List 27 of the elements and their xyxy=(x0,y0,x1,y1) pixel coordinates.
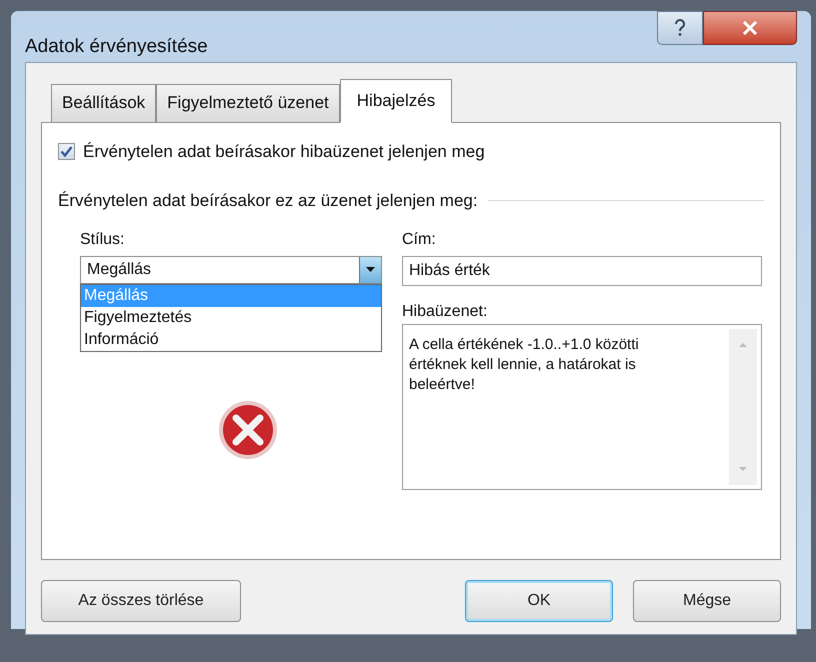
tab[interactable]: Hibajelzés xyxy=(340,78,452,122)
field-label: Hibaüzenet: xyxy=(402,302,488,322)
dialog-button[interactable]: Az összes törlése xyxy=(41,580,241,622)
dropdown-arrow-button[interactable] xyxy=(359,256,381,282)
style-dropdown[interactable]: Megállás xyxy=(80,256,382,284)
checkbox[interactable] xyxy=(58,142,75,160)
dropdown-value: Megállás xyxy=(86,260,152,280)
title-field[interactable]: Hibás érték xyxy=(402,256,762,286)
close-button[interactable] xyxy=(703,11,797,45)
checkbox-label: Érvénytelen adat beírásakor hibaüzenet jelenjen meg xyxy=(83,140,485,162)
dropdown-option[interactable]: Információ xyxy=(81,328,381,350)
tab[interactable]: Figyelmeztető üzenet xyxy=(156,84,340,122)
check-icon xyxy=(60,146,73,157)
dialog-button[interactable]: OK xyxy=(465,580,613,622)
message-text: A cella értékének -1.0..+1.0 közötti értéknek kell lennie, a határokat is beleértve! xyxy=(408,334,640,394)
field-label: Cím: xyxy=(402,230,437,250)
help-button[interactable] xyxy=(657,11,703,45)
dropdown-option[interactable]: Figyelmeztetés xyxy=(81,306,381,328)
caret-icon xyxy=(366,267,375,272)
help-icon xyxy=(674,19,686,37)
section-label: Érvénytelen adat beírásakor ez az üzenet jelenjen meg: xyxy=(58,190,478,212)
field-label: Stílus: xyxy=(80,230,126,250)
tab[interactable]: Beállítások xyxy=(51,84,156,122)
close-icon xyxy=(742,21,758,35)
dialog-button[interactable]: Mégse xyxy=(633,580,781,622)
window-title: Adatok érvényesítése xyxy=(25,35,208,59)
error-icon xyxy=(218,400,278,460)
